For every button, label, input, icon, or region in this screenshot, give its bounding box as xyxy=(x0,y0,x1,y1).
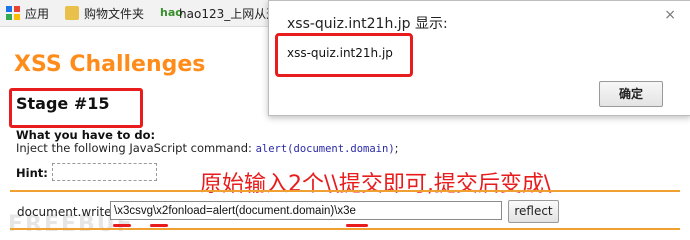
instruction-text: Inject the following JavaScript command: xyxy=(16,141,256,155)
folder-icon xyxy=(65,6,80,20)
bookmark-label: 应用 xyxy=(25,6,50,21)
close-icon[interactable]: × xyxy=(664,7,676,23)
underline-mark xyxy=(346,224,368,227)
divider-bottom xyxy=(10,228,680,230)
ok-button[interactable]: 确定 xyxy=(599,81,663,107)
payload-input[interactable]: \x3csvg\x2fonload=alert(document.domain)… xyxy=(110,201,502,220)
bookmark-apps[interactable]: 应用 xyxy=(6,5,49,22)
annotation-text: 原始输入2个\\提交即可,提交后变成\ xyxy=(200,172,552,197)
hint-label: Hint: xyxy=(16,166,48,180)
alert-dialog: xss-quiz.int21h.jp 显示: × xss-quiz.int21h… xyxy=(268,0,690,116)
task-heading: What you have to do: xyxy=(16,128,156,142)
hint-box xyxy=(52,163,157,181)
dialog-title: xss-quiz.int21h.jp 显示: xyxy=(287,16,448,32)
document-write-label: document.write: xyxy=(17,205,116,219)
instruction-end: ; xyxy=(394,141,399,155)
divider-top xyxy=(10,190,680,192)
instruction-code: alert(document.domain) xyxy=(255,143,395,155)
dialog-message: xss-quiz.int21h.jp xyxy=(287,46,393,60)
apps-grid-icon xyxy=(6,6,20,20)
stage-title: Stage #15 xyxy=(16,94,110,113)
page-title: XSS Challenges xyxy=(14,52,206,77)
underline-mark xyxy=(150,224,168,227)
hao123-icon: hao xyxy=(160,6,183,19)
reflect-button[interactable]: reflect xyxy=(508,200,559,223)
bookmark-label: 购物文件夹 xyxy=(84,6,145,21)
task-instruction: Inject the following JavaScript command:… xyxy=(16,141,399,155)
bookmark-shopping-folder[interactable]: 购物文件夹 xyxy=(65,5,144,22)
underline-mark xyxy=(113,224,131,227)
